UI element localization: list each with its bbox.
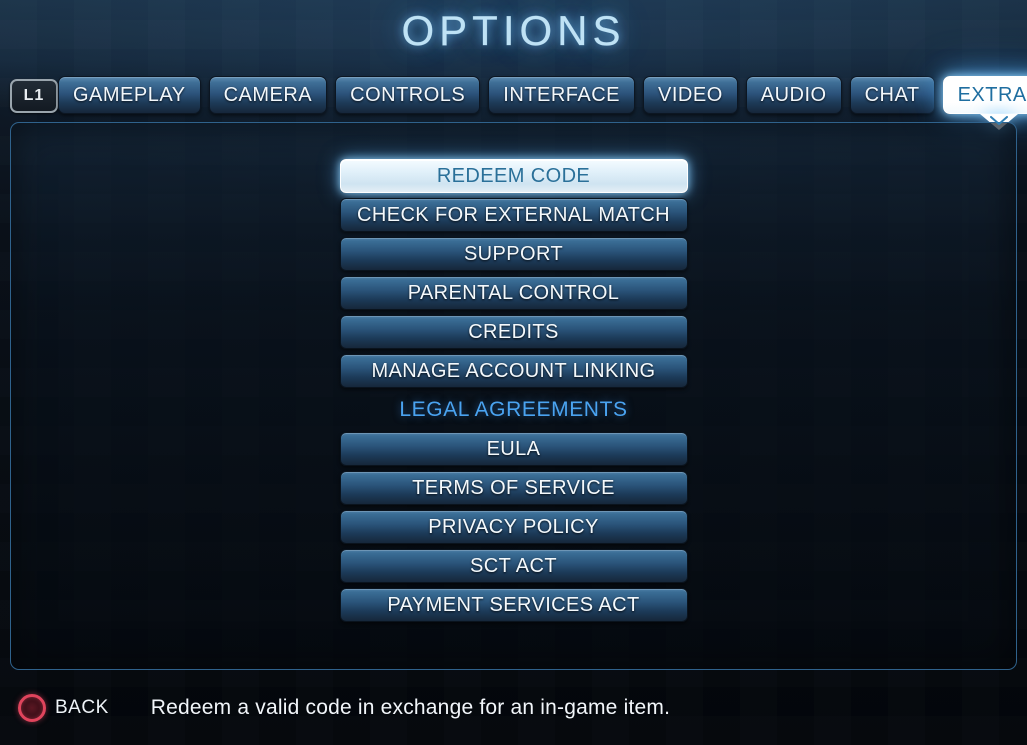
menu-item-redeem-code[interactable]: REDEEM CODE (339, 159, 688, 193)
footer-bar: BACK Redeem a valid code in exchange for… (0, 670, 1027, 745)
menu-item-payment-services-act[interactable]: PAYMENT SERVICES ACT (339, 588, 688, 622)
menu-item-privacy-policy[interactable]: PRIVACY POLICY (339, 510, 688, 544)
menu-item-sct-act[interactable]: SCT ACT (339, 549, 688, 583)
menu-item-eula[interactable]: EULA (339, 432, 688, 466)
tab-chat[interactable]: CHAT (849, 76, 935, 114)
hint-text: Redeem a valid code in exchange for an i… (150, 695, 671, 719)
tab-controls[interactable]: CONTROLS (335, 76, 481, 114)
page-title: OPTIONS (401, 7, 626, 54)
tab-gameplay[interactable]: GAMEPLAY (58, 76, 201, 114)
tab-list: GAMEPLAY CAMERA CONTROLS INTERFACE VIDEO AUDI… (58, 76, 1027, 130)
circle-button-icon (18, 693, 46, 722)
menu-item-terms-of-service[interactable]: TERMS OF SERVICE (339, 471, 688, 505)
content-panel: REDEEM CODE CHECK FOR EXTERNAL MATCH SUPPO… (10, 122, 1017, 670)
left-shoulder-button-l1[interactable]: L1 (10, 79, 58, 113)
back-button[interactable]: BACK (18, 693, 109, 722)
tab-extras[interactable]: EXTRAS (942, 76, 1027, 130)
menu-item-support[interactable]: SUPPORT (339, 237, 688, 271)
menu-item-credits[interactable]: CREDITS (339, 315, 688, 349)
tab-video[interactable]: VIDEO (643, 76, 738, 114)
tab-label: CHAT (864, 83, 920, 106)
tab-label: VIDEO (658, 83, 723, 106)
chevron-down-icon (990, 116, 1009, 126)
extras-menu-list: REDEEM CODE CHECK FOR EXTERNAL MATCH SUPPO… (339, 159, 688, 622)
menu-item-check-for-external-match[interactable]: CHECK FOR EXTERNAL MATCH (339, 198, 688, 232)
tab-label: EXTRAS (957, 83, 1027, 106)
tab-bar: L1 GAMEPLAY CAMERA CONTROLS INTERFACE VIDEO A… (0, 76, 1027, 130)
tab-camera[interactable]: CAMERA (208, 76, 328, 114)
tab-audio[interactable]: AUDIO (745, 76, 842, 114)
tab-label: CONTROLS (350, 83, 466, 106)
tab-label: CAMERA (223, 83, 313, 106)
tab-label: GAMEPLAY (73, 83, 186, 106)
tab-label: INTERFACE (503, 83, 621, 106)
options-screen: OPTIONS L1 GAMEPLAY CAMERA CONTROLS INTERFA… (0, 0, 1027, 745)
back-button-label: BACK (55, 696, 109, 718)
tab-label: AUDIO (760, 83, 827, 106)
tab-interface[interactable]: INTERFACE (488, 76, 636, 114)
menu-item-manage-account-linking[interactable]: MANAGE ACCOUNT LINKING (339, 354, 688, 388)
menu-item-parental-control[interactable]: PARENTAL CONTROL (339, 276, 688, 310)
menu-section-legal-agreements: LEGAL AGREEMENTS (399, 398, 628, 421)
